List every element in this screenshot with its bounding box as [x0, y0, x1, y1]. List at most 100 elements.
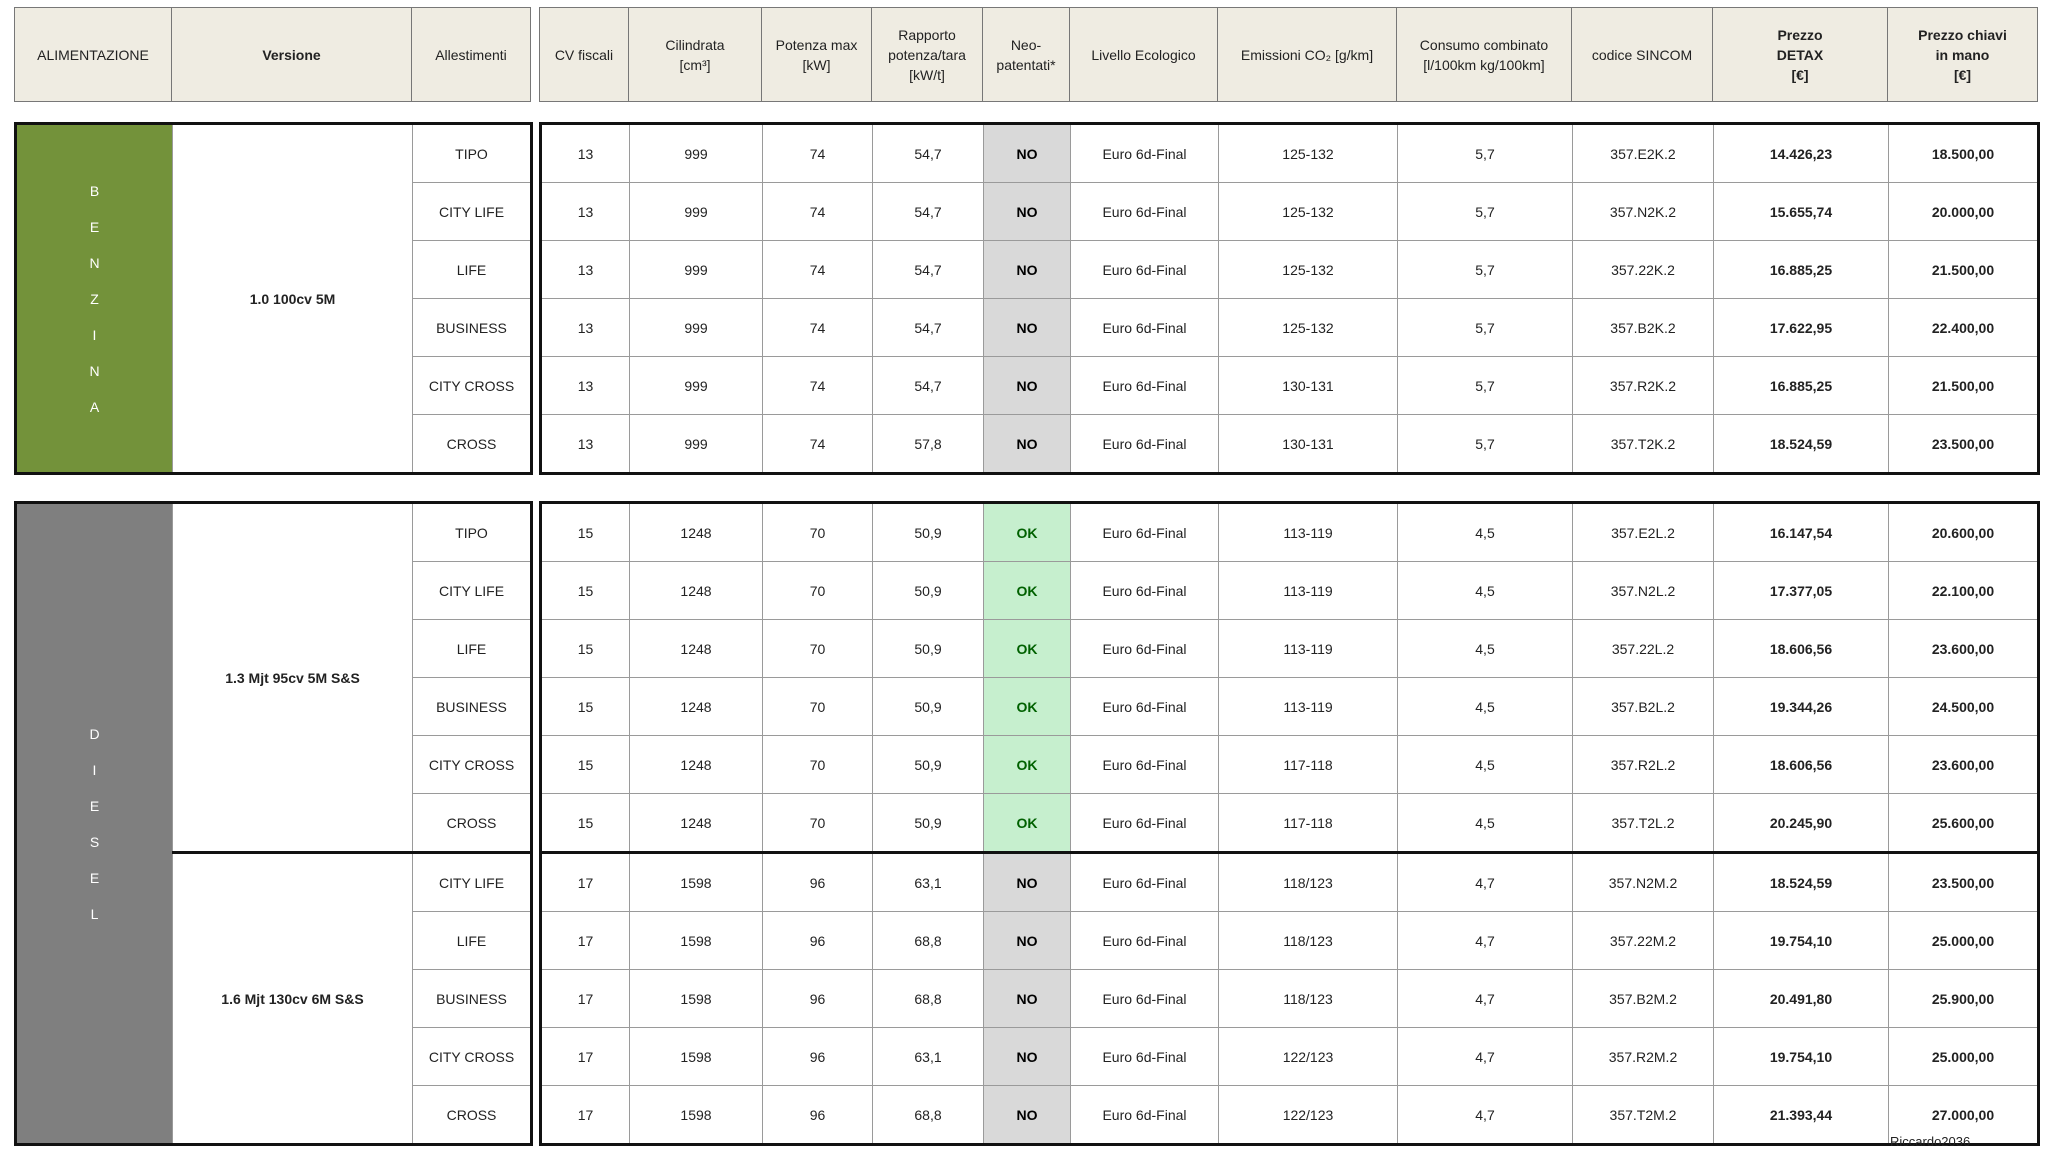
header-consumo-combinato-line: Consumo combinato — [1419, 36, 1549, 53]
cell-kw: 70 — [762, 793, 873, 853]
cell-cc: 999 — [629, 356, 763, 415]
cell-neo: OK — [983, 793, 1071, 853]
right-header-row: CV fiscali Cilindrata [cm³] Potenza max [kW]… — [539, 7, 2038, 102]
cell-cv: 17 — [540, 1085, 630, 1145]
cell-detax: 17.622,95 — [1713, 298, 1889, 357]
cell-neo: OK — [983, 502, 1071, 562]
header-rapporto: Rapporto potenza/tara [kW/t] — [871, 7, 983, 102]
cell-cv: 13 — [540, 356, 630, 415]
cell-cons: 5,7 — [1397, 123, 1573, 183]
cell-neo: NO — [983, 1027, 1071, 1086]
cell-detax: 16.885,25 — [1713, 356, 1889, 415]
trim-name: CITY LIFE — [412, 182, 532, 241]
fuel-letter: D — [89, 725, 100, 742]
cell-neo: NO — [983, 182, 1071, 241]
cell-neo: OK — [983, 735, 1071, 794]
cell-eco: Euro 6d-Final — [1070, 619, 1219, 678]
cell-co2: 118/123 — [1218, 911, 1398, 970]
table-row: 15 1248 70 50,9 OK Euro 6d-Final 113-119 4,5 357… — [540, 561, 2039, 620]
cell-detax: 19.344,26 — [1713, 677, 1889, 736]
cell-cons: 4,5 — [1397, 793, 1573, 853]
header-cilindrata-line: [cm³] — [679, 56, 711, 73]
table-row: 15 1248 70 50,9 OK Euro 6d-Final 113-119 4,5 357… — [540, 677, 2039, 736]
cell-ratio: 50,9 — [872, 619, 984, 678]
cell-sincom: 357.22L.2 — [1572, 619, 1714, 678]
header-cilindrata-line: Cilindrata — [665, 36, 725, 53]
cell-price: 25.900,00 — [1888, 969, 2039, 1028]
fuel-letter: L — [90, 905, 99, 922]
cell-cons: 5,7 — [1397, 356, 1573, 415]
table-row: 17 1598 96 63,1 NO Euro 6d-Final 122/123 4,7 357… — [540, 1027, 2039, 1086]
cell-sincom: 357.E2L.2 — [1572, 502, 1714, 562]
cell-cc: 1248 — [629, 793, 763, 853]
cell-eco: Euro 6d-Final — [1070, 1027, 1219, 1086]
cell-ratio: 68,8 — [872, 911, 984, 970]
table-row: 15 1248 70 50,9 OK Euro 6d-Final 113-119 4,5 357… — [540, 502, 2039, 562]
group-left-table-diesel: D I E S E L 1.3 Mjt 95cv 5M S&S TIPO CITY LIFE LI… — [14, 501, 533, 1146]
trim-name: CITY CROSS — [412, 735, 532, 794]
header-prezzo-chiavi-line: in mano — [1935, 46, 1990, 63]
cell-price: 23.600,00 — [1888, 735, 2039, 794]
cell-cons: 4,7 — [1397, 1027, 1573, 1086]
cell-detax: 20.491,80 — [1713, 969, 1889, 1028]
cell-neo: NO — [983, 1085, 1071, 1145]
cell-co2: 118/123 — [1218, 969, 1398, 1028]
cell-cc: 999 — [629, 240, 763, 299]
cell-price: 18.500,00 — [1888, 123, 2039, 183]
cell-ratio: 50,9 — [872, 677, 984, 736]
cell-cc: 1598 — [629, 969, 763, 1028]
fuel-label-diesel: D I E S E L — [15, 502, 173, 1145]
cell-kw: 96 — [762, 969, 873, 1028]
cell-ratio: 68,8 — [872, 969, 984, 1028]
header-consumo-combinato: Consumo combinato [l/100km kg/100km] — [1396, 7, 1572, 102]
cell-eco: Euro 6d-Final — [1070, 677, 1219, 736]
cell-neo: NO — [983, 240, 1071, 299]
cell-eco: Euro 6d-Final — [1070, 911, 1219, 970]
cell-cons: 4,5 — [1397, 677, 1573, 736]
cell-cc: 1248 — [629, 561, 763, 620]
table-row: 15 1248 70 50,9 OK Euro 6d-Final 117-118 4,5 357… — [540, 793, 2039, 853]
cell-detax: 15.655,74 — [1713, 182, 1889, 241]
cell-co2: 113-119 — [1218, 502, 1398, 562]
cell-detax: 18.524,59 — [1713, 414, 1889, 474]
cell-sincom: 357.B2K.2 — [1572, 298, 1714, 357]
trim-name: CITY LIFE — [412, 561, 532, 620]
trim-name: TIPO — [412, 123, 532, 183]
fuel-letter: A — [89, 398, 100, 415]
cell-cc: 1598 — [629, 1027, 763, 1086]
header-livello-ecologico-line: Livello Ecologico — [1091, 46, 1196, 63]
cell-co2: 118/123 — [1218, 851, 1398, 912]
cell-cc: 1248 — [629, 735, 763, 794]
header-prezzo-chiavi-line: Prezzo chiavi — [1918, 26, 2007, 43]
cell-co2: 125-132 — [1218, 182, 1398, 241]
author-credit: Riccardo2036 — [1890, 1134, 1971, 1149]
trim-name: LIFE — [412, 619, 532, 678]
cell-ratio: 54,7 — [872, 123, 984, 183]
header-neopatentati: Neo-patentati* — [982, 7, 1070, 102]
cell-co2: 130-131 — [1218, 414, 1398, 474]
cell-price: 21.500,00 — [1888, 240, 2039, 299]
cell-cons: 5,7 — [1397, 182, 1573, 241]
cell-co2: 117-118 — [1218, 793, 1398, 853]
cell-cc: 1248 — [629, 677, 763, 736]
left-header-row: ALIMENTAZIONE Versione Allestimenti — [14, 7, 531, 102]
cell-price: 20.000,00 — [1888, 182, 2039, 241]
trim-name: CROSS — [412, 1085, 532, 1145]
header-cv-fiscali-line: CV fiscali — [554, 46, 614, 63]
cell-ratio: 68,8 — [872, 1085, 984, 1145]
cell-sincom: 357.R2K.2 — [1572, 356, 1714, 415]
cell-neo: OK — [983, 561, 1071, 620]
trim-name: CITY CROSS — [412, 356, 532, 415]
cell-eco: Euro 6d-Final — [1070, 969, 1219, 1028]
cell-eco: Euro 6d-Final — [1070, 123, 1219, 183]
fuel-letter: E — [89, 797, 100, 814]
trim-name: LIFE — [412, 911, 532, 970]
cell-neo: OK — [983, 619, 1071, 678]
cell-detax: 18.524,59 — [1713, 851, 1889, 912]
trim-name: BUSINESS — [412, 298, 532, 357]
cell-cons: 5,7 — [1397, 240, 1573, 299]
cell-co2: 113-119 — [1218, 619, 1398, 678]
cell-ratio: 50,9 — [872, 735, 984, 794]
header-codice-sincom: codice SINCOM — [1571, 7, 1713, 102]
cell-cv: 15 — [540, 502, 630, 562]
